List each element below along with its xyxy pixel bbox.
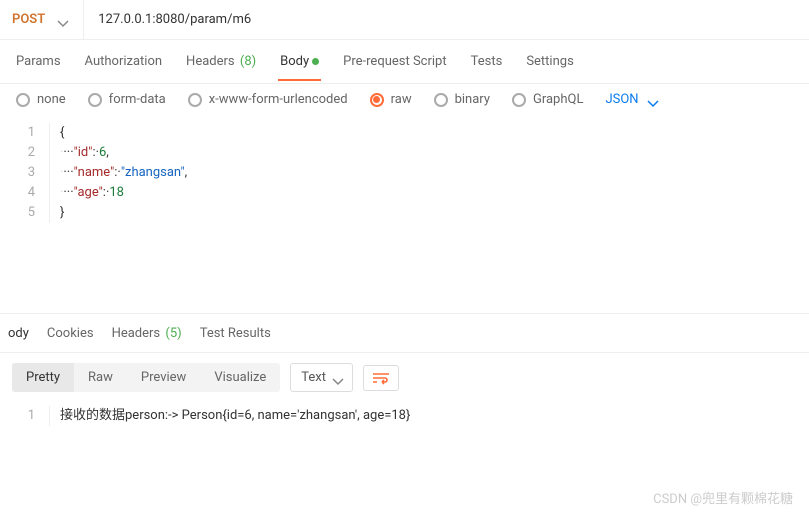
body-none-radio[interactable]: none: [16, 92, 66, 107]
response-tab-cookies[interactable]: Cookies: [47, 316, 94, 351]
body-xwww-radio[interactable]: x-www-form-urlencoded: [188, 92, 348, 107]
body-formdata-radio[interactable]: form-data: [88, 92, 166, 107]
method-label: POST: [12, 12, 45, 27]
response-tab-body[interactable]: ody: [8, 316, 29, 351]
tab-settings[interactable]: Settings: [516, 44, 583, 79]
chevron-down-icon: [57, 17, 67, 23]
response-body-viewer[interactable]: 1接收的数据person:-> Person{id=6, name='zhang…: [0, 402, 809, 430]
chevron-down-icon: [647, 97, 657, 103]
method-dropdown[interactable]: POST: [0, 0, 84, 39]
view-mode-group: Pretty Raw Preview Visualize: [12, 363, 280, 392]
body-binary-radio[interactable]: binary: [434, 92, 490, 107]
tab-prerequest[interactable]: Pre-request Script: [333, 44, 456, 79]
view-pretty-button[interactable]: Pretty: [12, 363, 74, 392]
tab-body[interactable]: Body: [270, 44, 329, 79]
body-format-dropdown[interactable]: JSON: [605, 92, 656, 107]
body-raw-radio[interactable]: raw: [370, 92, 412, 107]
wrap-icon: [372, 371, 390, 385]
chevron-down-icon: [332, 375, 342, 381]
body-graphql-radio[interactable]: GraphQL: [512, 92, 583, 107]
response-line: 接收的数据person:-> Person{id=6, name='zhangs…: [50, 406, 410, 426]
wrap-lines-button[interactable]: [363, 365, 399, 391]
line-number: 1: [0, 406, 50, 426]
line-number: 5: [0, 203, 50, 223]
url-input[interactable]: 127.0.0.1:8080/param/m6: [84, 12, 809, 27]
tab-params[interactable]: Params: [6, 44, 71, 79]
view-raw-button[interactable]: Raw: [74, 363, 127, 392]
response-tab-tests[interactable]: Test Results: [200, 316, 271, 351]
view-visualize-button[interactable]: Visualize: [200, 363, 280, 392]
request-tabs: Params Authorization Headers (8) Body Pr…: [0, 40, 809, 84]
body-type-options: none form-data x-www-form-urlencoded raw…: [0, 84, 809, 119]
tab-tests[interactable]: Tests: [461, 44, 513, 79]
response-toolbar: Pretty Raw Preview Visualize Text: [0, 353, 809, 402]
response-tabs: ody Cookies Headers (5) Test Results: [0, 313, 809, 353]
tab-authorization[interactable]: Authorization: [75, 44, 173, 79]
line-number: 2: [0, 143, 50, 163]
line-number: 3: [0, 163, 50, 183]
line-number: 1: [0, 123, 50, 143]
modified-dot-icon: [312, 58, 319, 65]
request-body-editor[interactable]: 1{ 2····"id":·6, 3····"name":·"zhangsan"…: [0, 119, 809, 227]
response-tab-headers[interactable]: Headers (5): [112, 316, 182, 351]
view-preview-button[interactable]: Preview: [127, 363, 200, 392]
tab-headers[interactable]: Headers (8): [176, 44, 266, 79]
response-format-dropdown[interactable]: Text: [290, 363, 353, 392]
line-number: 4: [0, 183, 50, 203]
watermark: CSDN @兜里有颗棉花糖: [653, 488, 793, 507]
